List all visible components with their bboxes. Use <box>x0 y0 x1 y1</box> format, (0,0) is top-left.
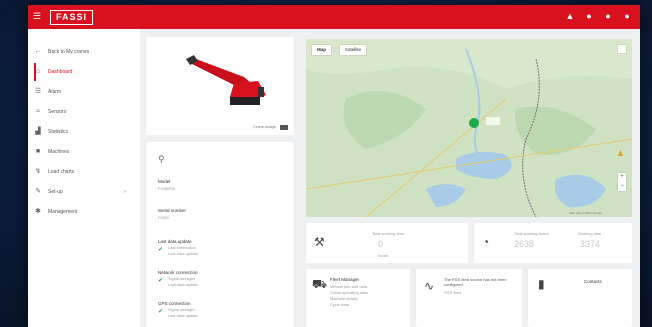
camera-icon[interactable] <box>280 125 288 130</box>
sidebar-item-label: Load charts <box>48 169 75 175</box>
widget-value: 3374 <box>580 239 601 249</box>
status-line: Last connection <box>168 245 197 250</box>
sidebar-item-label: Dashboard <box>48 69 73 75</box>
fleet-manager-widget[interactable]: ⛟ Fleet Manager Vehicle info and data Cr… <box>306 269 410 327</box>
serial-label: Serial number <box>158 208 187 213</box>
status-title: Network connection <box>158 270 198 275</box>
sidebar: ← Back to My cranes ⌂ Dashboard ☰ Alarm … <box>28 29 140 327</box>
widget-line: Cycle data <box>330 302 349 307</box>
sidebar-item-machines[interactable]: ■ Machines <box>34 145 134 159</box>
widget-title: The RSS feed source has not been configu… <box>444 277 507 287</box>
working-hours-widget: ◔ Total working hours 2638 Working time … <box>474 223 632 263</box>
sidebar-item-label: Machines <box>48 149 70 155</box>
cog-icon: ✱ <box>35 208 41 215</box>
sidebar-item-setup[interactable]: ✎ Set-up › <box>34 185 134 199</box>
pegman-icon[interactable]: ♟ <box>617 149 624 158</box>
check-icon: ✔ <box>158 247 164 253</box>
widget-title: Working time <box>578 231 602 236</box>
brand-logo[interactable]: FASSI <box>50 10 94 25</box>
help-icon[interactable]: ● <box>603 11 613 21</box>
chart-icon: ↯ <box>35 168 41 175</box>
sidebar-item-label: Set-up <box>48 189 63 195</box>
rss-icon: ∿ <box>424 279 435 293</box>
widget-title: Total working time <box>372 231 405 236</box>
user-icon[interactable]: ● <box>622 11 632 21</box>
machine-icon: ■ <box>35 148 41 155</box>
rss-feed-widget[interactable]: ∿ The RSS feed source has not been confi… <box>416 269 522 327</box>
top-icons: ▲ ● ● ● <box>565 11 632 21</box>
status-line: Signal strength <box>168 307 195 312</box>
sidebar-item-dashboard[interactable]: ⌂ Dashboard <box>34 63 134 81</box>
widget-title: Total working hours <box>514 231 549 236</box>
tab-satellite[interactable]: Satellite <box>340 45 367 55</box>
sidebar-item-alarm[interactable]: ☰ Alarm <box>34 85 134 99</box>
status-line: Last data update <box>168 313 198 318</box>
serial-value: F0000 <box>158 215 170 220</box>
fullscreen-icon[interactable] <box>618 45 626 53</box>
check-icon: ✔ <box>158 278 164 284</box>
chevron-right-icon: › <box>124 189 126 195</box>
wrench-icon: ✎ <box>35 188 41 195</box>
crane-image <box>186 55 266 105</box>
crane-icon: ⚒ <box>314 235 325 249</box>
sidebar-item-load-charts[interactable]: ↯ Load charts <box>34 165 134 179</box>
hamburger-icon[interactable]: ☰ <box>33 11 43 21</box>
widget-value: 2638 <box>514 239 535 249</box>
model-value: F1050RA <box>158 186 175 191</box>
sidebar-item-label: Alarm <box>48 89 62 95</box>
widget-line: Crane operating data <box>330 290 368 295</box>
sidebar-item-label: Statistics <box>48 129 69 135</box>
search-icon[interactable]: ⚲ <box>158 154 165 165</box>
sidebar-item-statistics[interactable]: ▟ Statistics <box>34 125 134 139</box>
tab-map[interactable]: Map <box>312 45 331 55</box>
status-line: Last data update <box>168 251 198 256</box>
map-attribution: Map data ©2023 Google <box>569 211 602 215</box>
widget-title: Fleet Manager <box>330 277 360 282</box>
widget-value: 0 <box>378 239 384 249</box>
active-indicator <box>34 63 36 81</box>
status-line: Signal strength <box>168 276 195 281</box>
crane-image-card: Crane image <box>146 37 294 135</box>
widget-unit: hours <box>378 253 389 258</box>
widget-title: Contacts <box>584 279 602 284</box>
working-time-widget: ⚒ Total working time 0 hours <box>306 223 468 263</box>
sidebar-item-label: Management <box>48 209 78 215</box>
status-title: GPS connection <box>158 301 191 306</box>
widget-line: Vehicle info and data <box>330 284 368 289</box>
gauge-icon: ◔ <box>482 235 490 249</box>
widget-line: Machine details <box>330 296 358 301</box>
phone-icon: ▮ <box>538 277 545 291</box>
bell-icon[interactable]: ● <box>584 11 594 21</box>
sidebar-item-label: Back to My cranes <box>48 49 90 55</box>
widget-line: RSS feed <box>444 290 462 295</box>
status-title: Last data update <box>158 239 192 244</box>
sidebar-item-back[interactable]: ← Back to My cranes <box>34 45 134 59</box>
model-label: Model <box>158 179 171 184</box>
truck-icon: ⛟ <box>312 277 328 291</box>
warning-icon[interactable]: ▲ <box>565 11 575 21</box>
sidebar-item-sensors[interactable]: ≈ Sensors <box>34 105 134 119</box>
bar-chart-icon: ▟ <box>35 128 41 135</box>
arrow-left-icon: ← <box>34 48 42 55</box>
check-icon: ✔ <box>158 309 164 315</box>
contacts-widget[interactable]: ▮ Contacts <box>528 269 632 327</box>
map-panel[interactable]: Map Satellite ♟ + − Map data ©2023 Google <box>306 39 632 217</box>
crane-info-card: ⚲ Model F1050RA Serial number F0000 Last… <box>146 142 294 327</box>
top-bar: ☰ FASSI ▲ ● ● ● <box>28 5 640 29</box>
app-window: ☰ FASSI ▲ ● ● ● ← Back to My cranes ⌂ Da… <box>28 5 640 327</box>
crane-caption: Crane image <box>253 124 276 129</box>
zoom-control[interactable]: + − <box>618 173 626 191</box>
sidebar-item-label: Sensors <box>48 109 67 115</box>
map-view[interactable] <box>306 39 632 217</box>
sidebar-item-management[interactable]: ✱ Management <box>34 205 134 219</box>
list-icon: ☰ <box>34 88 42 95</box>
sensor-icon: ≈ <box>36 108 40 115</box>
status-line: Last data update <box>168 282 198 287</box>
